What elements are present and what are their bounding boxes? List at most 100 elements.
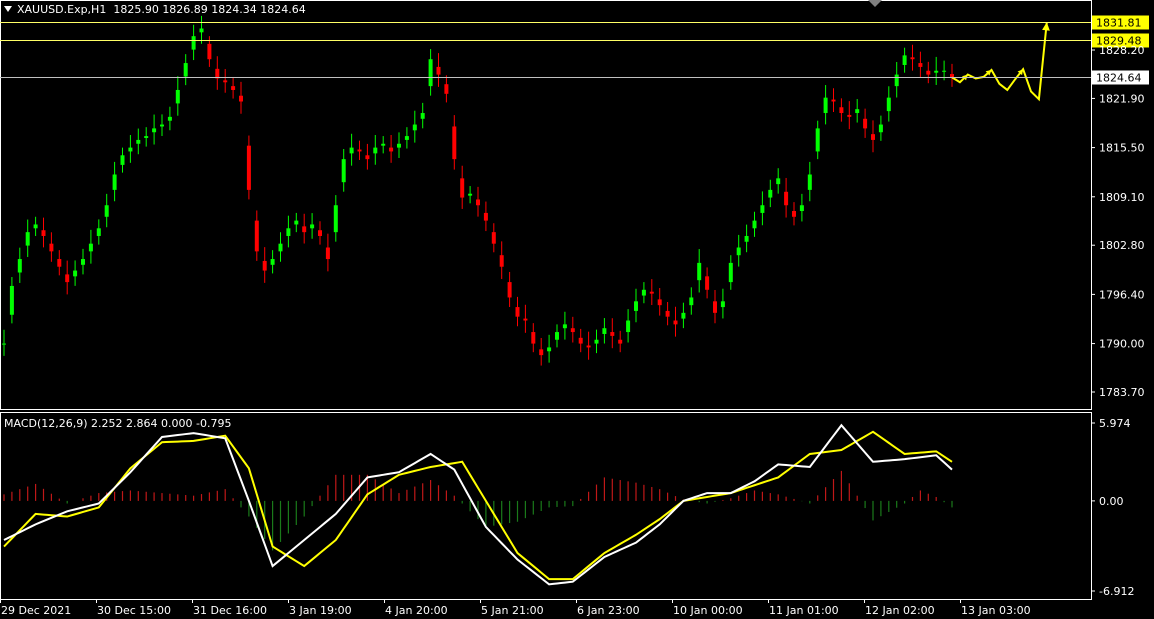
candle-body — [760, 205, 765, 213]
candle-body — [41, 230, 46, 236]
candle-body — [531, 332, 536, 344]
candle-body — [81, 259, 85, 265]
candle-body — [950, 74, 954, 78]
candle-body — [412, 124, 417, 131]
candle-body — [191, 36, 196, 50]
candle-body — [341, 159, 346, 183]
time-tick-label: 29 Dec 2021 — [1, 604, 71, 617]
candle-body — [207, 43, 212, 60]
candle-body — [570, 328, 575, 333]
candle-body — [610, 332, 615, 336]
candle-body — [389, 147, 394, 152]
candle-body — [365, 155, 370, 160]
candle-body — [310, 224, 315, 229]
candle-body — [626, 320, 631, 333]
candle-body — [452, 126, 457, 160]
candle-body — [799, 205, 804, 212]
symbol-label: XAUUSD.Exp,H1 — [17, 3, 107, 16]
candle-body — [254, 220, 259, 252]
candle-body — [57, 259, 62, 267]
candle-body — [641, 289, 646, 296]
candle-body — [515, 307, 520, 317]
time-tick-label: 3 Jan 19:00 — [289, 604, 352, 617]
candle-body — [397, 143, 401, 148]
candle-body — [507, 282, 512, 298]
candle-body — [697, 262, 702, 281]
macd-tick-label: 0.00 — [1099, 495, 1124, 508]
chart-background — [0, 0, 1154, 619]
candle-body — [160, 124, 164, 127]
macd-label: MACD(12,26,9) 2.252 2.864 0.000 -0.795 — [4, 417, 232, 430]
candle-body — [17, 259, 22, 273]
candle-body — [373, 147, 378, 154]
candle-body — [152, 128, 157, 133]
candle-body — [736, 247, 741, 256]
time-tick-label: 10 Jan 00:00 — [673, 604, 743, 617]
candle-body — [381, 143, 386, 146]
candle-body — [602, 328, 607, 334]
candle-body — [499, 255, 504, 267]
ohlc-values: 1825.90 1826.89 1824.34 1824.64 — [113, 3, 306, 16]
candle-body — [239, 95, 243, 102]
candle-body — [910, 57, 915, 60]
candle-body — [634, 301, 638, 311]
candle-body — [562, 324, 567, 329]
candle-body — [942, 70, 947, 72]
candle-body — [136, 139, 141, 144]
price-chart[interactable]: 1831.811829.481824.64 1828.201821.901815… — [0, 0, 1154, 619]
candle-body — [665, 310, 670, 317]
candle-body — [65, 274, 70, 283]
candle-body — [886, 97, 891, 112]
candle-body — [807, 174, 812, 190]
candle-body — [231, 86, 236, 90]
candle-body — [428, 59, 433, 87]
candle-body — [918, 63, 923, 67]
candle-body — [483, 212, 488, 221]
price-tick-label: 1790.00 — [1099, 338, 1145, 351]
candle-body — [902, 55, 907, 65]
time-tick-label: 30 Dec 15:00 — [97, 604, 171, 617]
candle-body — [404, 136, 409, 140]
candle-body — [175, 89, 180, 104]
candle-body — [855, 109, 860, 114]
candle-body — [776, 178, 781, 185]
price-tick-label: 1796.40 — [1099, 288, 1145, 301]
candle-body — [420, 113, 425, 119]
dropdown-triangle-icon[interactable] — [4, 6, 12, 12]
candle-body — [349, 147, 354, 154]
candle-body — [262, 260, 267, 271]
candle-body — [831, 99, 836, 102]
candle-body — [199, 28, 204, 33]
candle-body — [325, 247, 330, 260]
candle-body — [96, 228, 101, 236]
candle-body — [823, 97, 828, 114]
candle-body — [491, 232, 496, 244]
time-tick-label: 5 Jan 21:00 — [481, 604, 544, 617]
candle-body — [294, 220, 299, 225]
candle-body — [318, 230, 322, 236]
price-tick-label: 1821.90 — [1099, 92, 1145, 105]
candle-body — [681, 312, 686, 319]
macd-tick-label: -6.912 — [1099, 585, 1134, 598]
candle-body — [547, 347, 552, 352]
price-tick-label: 1809.10 — [1099, 191, 1145, 204]
candle-body — [768, 189, 773, 198]
candle-body — [167, 116, 172, 121]
time-tick-label: 6 Jan 23:00 — [577, 604, 640, 617]
candle-body — [728, 262, 733, 283]
candle-body — [689, 297, 694, 306]
candle-body — [468, 193, 473, 196]
candle-body — [705, 276, 710, 290]
candle-body — [594, 339, 599, 344]
candle-body — [752, 220, 757, 229]
candle-body — [673, 320, 678, 325]
candle-body — [183, 63, 188, 77]
candle-body — [73, 270, 78, 277]
candle-body — [302, 226, 307, 233]
candle-body — [878, 124, 883, 133]
candle-body — [744, 235, 749, 242]
candle-body — [894, 74, 899, 87]
candle-body — [278, 243, 283, 252]
candle-body — [144, 136, 149, 138]
price-tick-label: 1815.50 — [1099, 142, 1145, 155]
